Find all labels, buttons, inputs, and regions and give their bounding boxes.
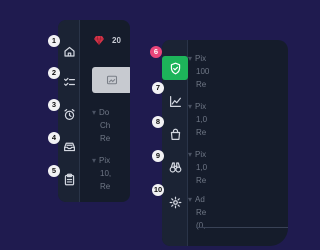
callout-badge-4: 4: [48, 132, 60, 144]
callout-badge-3: 3: [48, 99, 60, 111]
list-item-text: Re: [196, 80, 207, 89]
callout-badge-10: 10: [152, 184, 164, 196]
nav-chart-button[interactable]: [162, 89, 188, 113]
nav-shop-button[interactable]: [162, 122, 188, 146]
shopping-bag-icon: [170, 128, 180, 140]
callout-badge-9: 9: [152, 150, 164, 162]
list-item-text: 10,: [100, 169, 112, 178]
nav-shield-button[interactable]: [162, 56, 188, 80]
list-item-text: Re: [196, 128, 207, 137]
list-item-text: Pix: [92, 156, 110, 166]
left-panel: 20 Do Ch Re Pix 10, Re: [58, 20, 130, 202]
list-item-text: Re: [196, 208, 207, 217]
list-item-text: 100: [196, 67, 210, 76]
binoculars-icon: [169, 161, 181, 173]
alarm-clock-icon: [63, 108, 75, 120]
checklist-icon: [63, 77, 75, 86]
list-item-text: Do: [92, 108, 109, 118]
list-item-text: Re: [100, 182, 111, 191]
nav-home-button[interactable]: [58, 40, 80, 62]
right-panel: Pix 100 Re Pix 1,0 Re Pix 1,0 Re Ad Re (…: [162, 40, 288, 246]
callout-badge-8: 8: [152, 116, 164, 128]
home-icon: [63, 46, 75, 57]
list-item-text: Ch: [100, 121, 111, 130]
list-item-text: 1,0: [196, 115, 208, 124]
left-content: 20 Do Ch Re Pix 10, Re: [84, 20, 130, 202]
list-item-text: Pix: [188, 102, 206, 112]
gear-icon: [169, 196, 181, 208]
nav-settings-button[interactable]: [162, 190, 188, 214]
divider: [196, 227, 288, 228]
shield-icon: [170, 62, 180, 74]
callout-badge-6: 6: [150, 46, 162, 58]
image-placeholder-icon: [106, 75, 118, 85]
left-nav-rail: [58, 20, 80, 202]
nav-tasks-button[interactable]: [58, 71, 80, 93]
callout-badge-2: 2: [48, 67, 60, 79]
image-thumbnail[interactable]: [92, 67, 130, 93]
gem-icon: [94, 36, 104, 45]
list-item-text: 1,0: [196, 163, 208, 172]
inbox-icon: [63, 142, 75, 151]
nav-explore-button[interactable]: [162, 155, 188, 179]
nav-alarm-button[interactable]: [58, 103, 80, 125]
list-item-text: Pix: [188, 54, 206, 64]
clipboard-icon: [64, 173, 74, 185]
list-item-text: Re: [196, 176, 207, 185]
nav-inbox-button[interactable]: [58, 135, 80, 157]
list-item-text: (0,: [196, 221, 206, 230]
chart-icon: [169, 95, 181, 107]
right-nav-rail: [162, 40, 188, 246]
callout-badge-5: 5: [48, 165, 60, 177]
list-item-text: Ad: [188, 195, 205, 205]
list-item-text: Pix: [188, 150, 206, 160]
callout-badge-1: 1: [48, 35, 60, 47]
callout-badge-7: 7: [152, 82, 164, 94]
right-content: Pix 100 Re Pix 1,0 Re Pix 1,0 Re Ad Re (…: [195, 40, 288, 246]
gem-count: 20: [112, 36, 121, 45]
nav-clipboard-button[interactable]: [58, 168, 80, 190]
list-item-text: Re: [100, 134, 111, 143]
